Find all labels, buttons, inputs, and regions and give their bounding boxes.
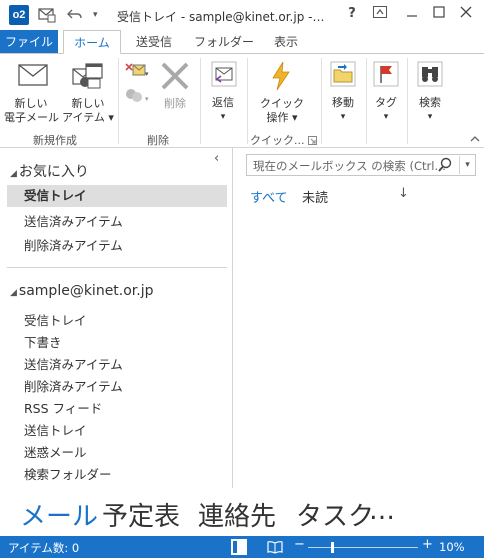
undo-icon[interactable] (67, 7, 83, 25)
find-label: 検索 (419, 96, 441, 109)
folder-pane-divider (7, 267, 227, 268)
title-bar: o2 ▾ 受信トレイ - sample@kinet.or.jp -… ? (0, 0, 484, 30)
tab-file[interactable]: ファイル (0, 30, 58, 54)
tab-view[interactable]: 表示 (266, 30, 306, 54)
favorites-header[interactable]: ◢ お気に入り (10, 161, 89, 181)
folder-pane: ‹ ◢ お気に入り 受信トレイ 送信済みアイテム 削除済みアイテム ◢ sample… (0, 148, 233, 488)
collapse-ribbon-icon[interactable] (470, 132, 480, 146)
delete-x-icon (160, 62, 190, 94)
delete-label: 削除 (164, 97, 186, 110)
new-email-icon (18, 62, 48, 92)
customize-toolbar-icon[interactable]: ▾ (93, 10, 98, 20)
window-title: 受信トレイ - sample@kinet.or.jp -… (117, 10, 325, 24)
search-icon[interactable] (437, 157, 453, 173)
ribbon-tab-bar: ファイル ホーム 送受信 フォルダー 表示 (0, 30, 484, 54)
folder-outbox[interactable]: 送信トレイ (24, 420, 87, 439)
group-label-quick-steps: クイック... (250, 134, 305, 147)
quick-steps-label-1: クイック (260, 97, 304, 110)
zoom-slider[interactable] (308, 547, 418, 548)
move-folder-icon (330, 61, 356, 91)
folder-sent-items[interactable]: 送信済みアイテム (24, 354, 123, 373)
tab-send-receive[interactable]: 送受信 (127, 30, 181, 54)
folder-junk-email[interactable]: 迷惑メール (24, 442, 87, 461)
reply-label: 返信 (212, 96, 234, 109)
folder-rss-feeds[interactable]: RSS フィード (24, 398, 102, 417)
outlook-app-icon[interactable]: o2 (9, 5, 29, 25)
zoom-slider-thumb[interactable] (331, 542, 334, 553)
nav-mail[interactable]: メール (20, 496, 98, 533)
cleanup-icon[interactable]: ▾ (124, 86, 150, 107)
favorite-sent-items[interactable]: 送信済みアイテム (24, 211, 123, 230)
new-email-button[interactable]: 新しい 電子メール (4, 60, 59, 125)
find-button[interactable]: 検索 ▾ (410, 60, 450, 124)
tags-button[interactable]: タグ ▾ (368, 60, 404, 124)
item-count: アイテム数: 0 (8, 541, 80, 555)
ignore-icon[interactable]: ▾ (124, 61, 150, 82)
group-label-new: 新規作成 (33, 134, 77, 147)
reply-icon (211, 61, 237, 91)
tab-folder[interactable]: フォルダー (192, 30, 256, 54)
expand-triangle-icon: ◢ (10, 169, 17, 179)
new-email-label-2: 電子メール (4, 111, 59, 124)
normal-view-icon[interactable] (231, 539, 247, 558)
nav-contacts[interactable]: 連絡先 (198, 496, 276, 533)
ribbon: 新しい 電子メール 新しい アイテム ▾ 新規作成 ▾ ▾ 削除 削除 返信 ▾ (0, 53, 484, 148)
reading-view-icon[interactable] (267, 539, 283, 558)
zoom-level[interactable]: 10% (439, 540, 465, 554)
move-button[interactable]: 移動 ▾ (323, 60, 363, 124)
reply-button[interactable]: 返信 ▾ (203, 60, 243, 124)
delete-button[interactable]: 削除 (156, 60, 194, 111)
folder-search-folders[interactable]: 検索フォルダー (24, 464, 112, 483)
dialog-launcher-icon[interactable] (308, 134, 317, 148)
filter-all[interactable]: すべて (250, 187, 288, 206)
favorite-deleted-items[interactable]: 削除済みアイテム (24, 235, 123, 254)
nav-tasks[interactable]: タスク (296, 496, 374, 533)
quick-steps-label-2: 操作 ▾ (266, 111, 298, 124)
search-placeholder: 現在のメールボックス の検索 (Ctrl… (253, 159, 446, 173)
maximize-icon[interactable] (430, 6, 448, 22)
tab-home[interactable]: ホーム (63, 30, 121, 54)
help-button[interactable]: ? (343, 6, 361, 22)
search-scope-dropdown-icon[interactable]: ▾ (459, 156, 475, 174)
folder-deleted-items[interactable]: 削除済みアイテム (24, 376, 123, 395)
new-items-label-1: 新しい (71, 97, 105, 110)
status-bar: アイテム数: 0 − + 10% (0, 536, 484, 558)
close-icon[interactable] (457, 6, 475, 22)
binoculars-icon (417, 61, 443, 91)
zoom-out-button[interactable]: − (294, 537, 305, 552)
account-header[interactable]: ◢ sample@kinet.or.jp (10, 283, 154, 299)
quick-steps-button[interactable]: クイック 操作 ▾ (254, 60, 310, 125)
flag-icon (373, 61, 399, 91)
favorite-inbox[interactable]: 受信トレイ (7, 185, 227, 207)
tags-label: タグ (375, 96, 397, 109)
new-items-icon (72, 61, 104, 95)
send-receive-icon[interactable] (38, 7, 56, 27)
find-dropdown-icon: ▾ (427, 112, 433, 122)
search-box[interactable]: 現在のメールボックス の検索 (Ctrl… ▾ (246, 154, 476, 176)
navigation-bar: メール 予定表 連絡先 タスク … (0, 488, 484, 536)
group-label-delete: 削除 (147, 134, 169, 147)
minimize-icon[interactable] (403, 6, 421, 22)
nav-calendar[interactable]: 予定表 (102, 496, 180, 533)
nav-more[interactable]: … (369, 496, 395, 526)
tags-dropdown-icon: ▾ (383, 112, 389, 122)
reply-dropdown-icon: ▾ (220, 112, 226, 122)
new-items-button[interactable]: 新しい アイテム ▾ (62, 60, 114, 125)
expand-triangle-icon: ◢ (10, 288, 17, 298)
filter-unread[interactable]: 未読 (302, 187, 328, 206)
sort-order-icon[interactable]: ↓ (398, 186, 409, 201)
lightning-icon (270, 61, 292, 95)
folder-drafts[interactable]: 下書き (24, 332, 62, 351)
svg-text:▾: ▾ (145, 95, 149, 103)
zoom-in-button[interactable]: + (422, 537, 433, 552)
move-dropdown-icon: ▾ (340, 112, 346, 122)
new-email-label-1: 新しい (14, 97, 48, 110)
move-label: 移動 (332, 96, 354, 109)
ribbon-display-options-icon[interactable] (371, 6, 389, 22)
folder-inbox[interactable]: 受信トレイ (24, 310, 87, 329)
minimize-folder-pane-icon[interactable]: ‹ (214, 151, 219, 166)
svg-text:▾: ▾ (145, 70, 149, 78)
new-items-label-2: アイテム ▾ (62, 111, 114, 124)
